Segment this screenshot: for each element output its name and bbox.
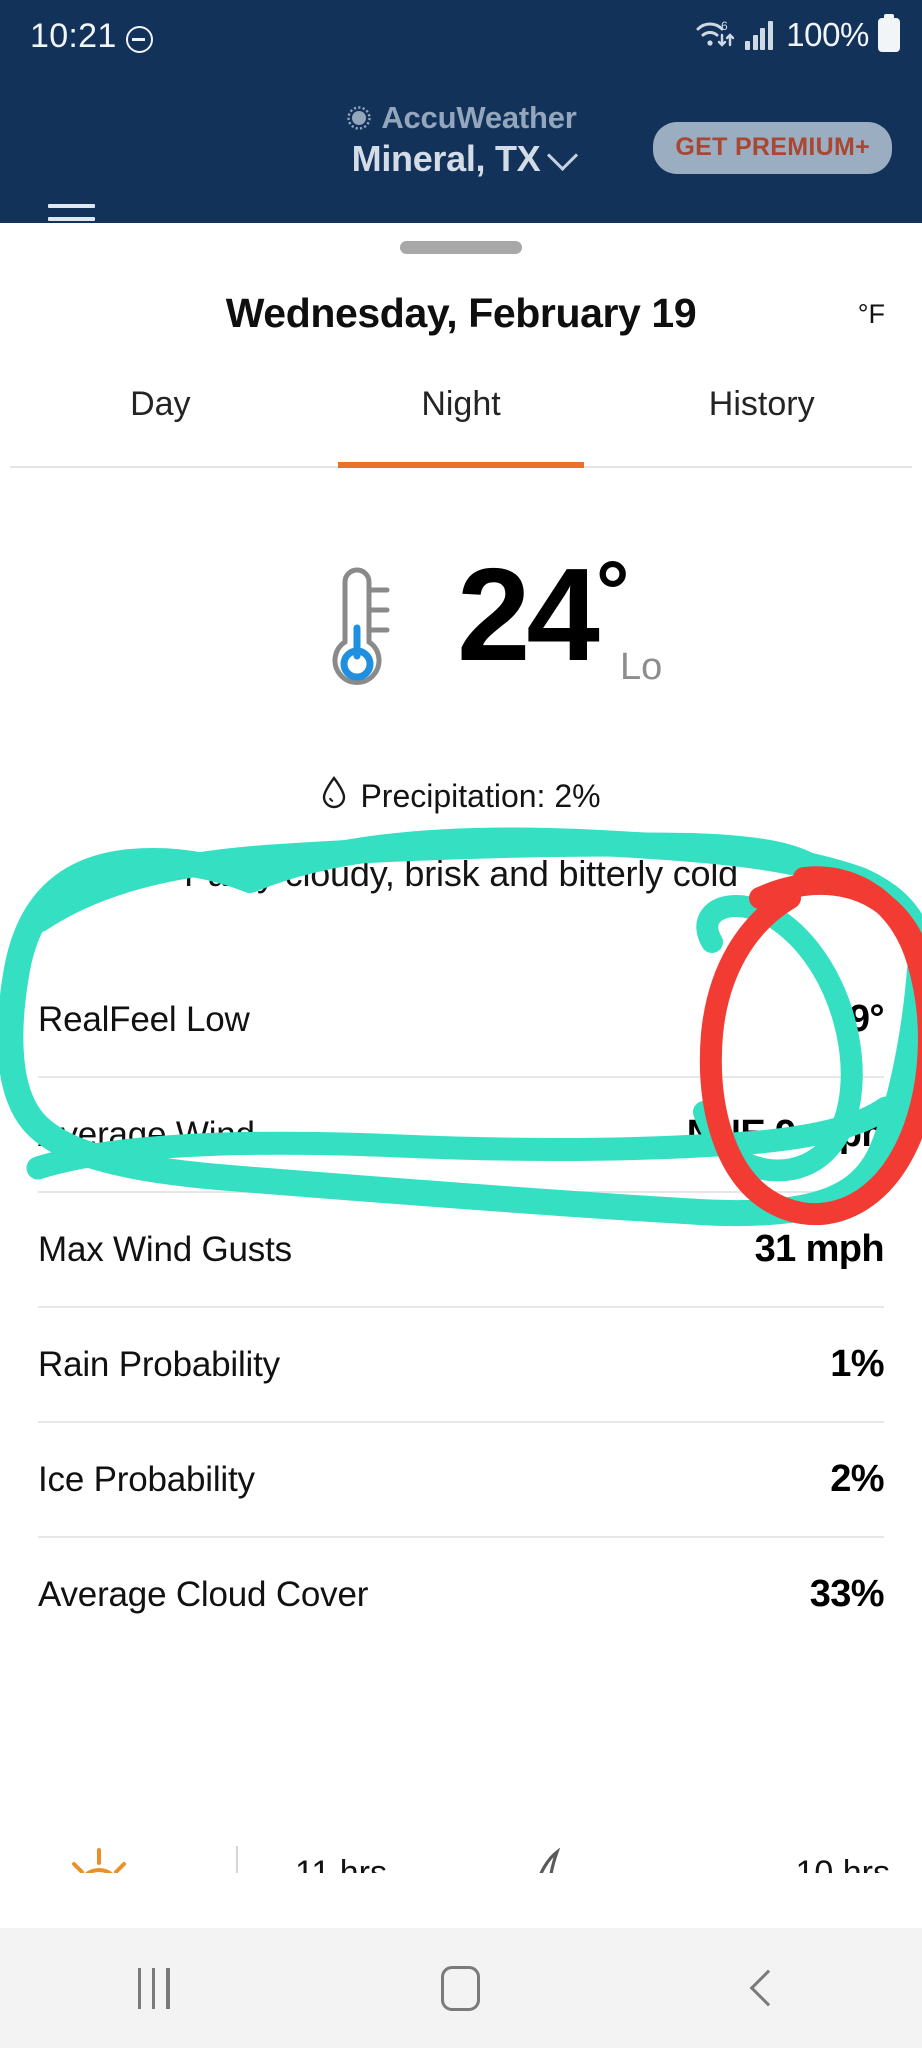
- precipitation-text: Precipitation: 2%: [360, 777, 601, 814]
- detail-label: Average Wind: [38, 1114, 255, 1154]
- detail-value: 33%: [809, 1573, 885, 1615]
- system-nav-bar: [0, 1928, 922, 2048]
- brand-name: AccuWeather: [381, 100, 577, 135]
- sun-logo-icon: [345, 104, 373, 132]
- page-title: Wednesday, February 19: [225, 290, 697, 336]
- table-row: Max Wind Gusts 31 mph: [38, 1193, 885, 1308]
- tab-night[interactable]: Night: [311, 371, 612, 466]
- moon-arc-icon: [519, 1842, 575, 1873]
- status-time: 10:21: [30, 17, 117, 55]
- day-hours: 11 hrs: [295, 1853, 387, 1874]
- precipitation-row: Precipitation: 2%: [10, 775, 912, 817]
- weather-phrase: Partly cloudy, brisk and bitterly cold: [184, 853, 738, 894]
- table-row: Average Cloud Cover 33%: [38, 1538, 885, 1651]
- do-not-disturb-icon: [126, 26, 153, 53]
- detail-label: RealFeel Low: [38, 999, 250, 1039]
- detail-value: 31 mph: [754, 1228, 885, 1270]
- app-header: AccuWeather Mineral, TX GET PREMIUM+: [0, 78, 922, 234]
- temperature-number: 24: [457, 541, 600, 688]
- daylight-strip: 11 hrs 10 hrs: [10, 1818, 912, 1873]
- nav-recents-button[interactable]: [0, 1967, 307, 2009]
- night-hours: 10 hrs: [795, 1853, 891, 1874]
- nav-back-button[interactable]: [615, 1969, 922, 2007]
- status-icons: 6 100%: [696, 14, 900, 54]
- location-name: Mineral, TX: [351, 138, 541, 179]
- detail-value: NNE 9 mph: [686, 1113, 885, 1155]
- detail-label: Max Wind Gusts: [38, 1229, 292, 1269]
- table-row: RealFeel Low 9°: [38, 963, 885, 1078]
- status-bar: 10:21 6 100%: [0, 0, 922, 78]
- battery-full-icon: [878, 14, 900, 52]
- detail-label: Ice Probability: [38, 1459, 255, 1499]
- detail-value: 1%: [830, 1343, 884, 1385]
- wifi-6-icon: 6: [696, 18, 736, 52]
- chevron-down-icon: [547, 139, 579, 172]
- hero-temperature: 24° Lo: [10, 466, 912, 688]
- temperature-value: 24°: [457, 549, 629, 681]
- tab-day[interactable]: Day: [10, 371, 311, 466]
- table-row: Ice Probability 2%: [38, 1423, 885, 1538]
- water-drop-icon: [321, 775, 347, 817]
- nav-home-button[interactable]: [307, 1965, 614, 2011]
- unit-toggle[interactable]: °F: [858, 299, 885, 330]
- detail-label: Average Cloud Cover: [38, 1574, 369, 1614]
- daylight-hours-block: 11 hrs: [10, 1818, 461, 1873]
- brand-line: AccuWeather: [251, 100, 671, 136]
- forecast-sheet: Wednesday, February 19 °F Day Night Hist…: [10, 223, 912, 1873]
- detail-list: RealFeel Low 9° Average Wind NNE 9 mph M…: [38, 963, 885, 1651]
- home-icon: [441, 1965, 481, 2011]
- tab-history[interactable]: History: [611, 371, 912, 466]
- tab-bar: Day Night History: [10, 371, 912, 468]
- sheet-drag-handle[interactable]: [400, 241, 522, 254]
- location-selector[interactable]: Mineral, TX: [251, 138, 671, 180]
- get-premium-button[interactable]: GET PREMIUM+: [653, 122, 892, 174]
- detail-value: 9°: [848, 998, 885, 1040]
- table-row: Average Wind NNE 9 mph: [38, 1078, 885, 1193]
- degree-symbol: °: [595, 544, 630, 638]
- table-row: Rain Probability 1%: [38, 1308, 885, 1423]
- thermometer-icon: [321, 560, 399, 701]
- back-icon: [749, 1969, 787, 2007]
- night-hours-block: 10 hrs: [461, 1818, 912, 1873]
- temperature-qualifier: Lo: [620, 646, 663, 688]
- cellular-signal-icon: [745, 20, 777, 50]
- phone-screen: 10:21 6 100% AccuWeather Mineral, TX GET…: [0, 0, 922, 2048]
- divider: [235, 1846, 238, 1873]
- recents-icon: [137, 1967, 170, 2009]
- battery-percent: 100%: [786, 16, 869, 53]
- detail-label: Rain Probability: [38, 1344, 280, 1384]
- svg-text:6: 6: [721, 19, 728, 33]
- detail-value: 2%: [830, 1458, 884, 1500]
- sunrise-icon: [62, 1842, 136, 1873]
- brand-block: AccuWeather Mineral, TX: [251, 100, 671, 180]
